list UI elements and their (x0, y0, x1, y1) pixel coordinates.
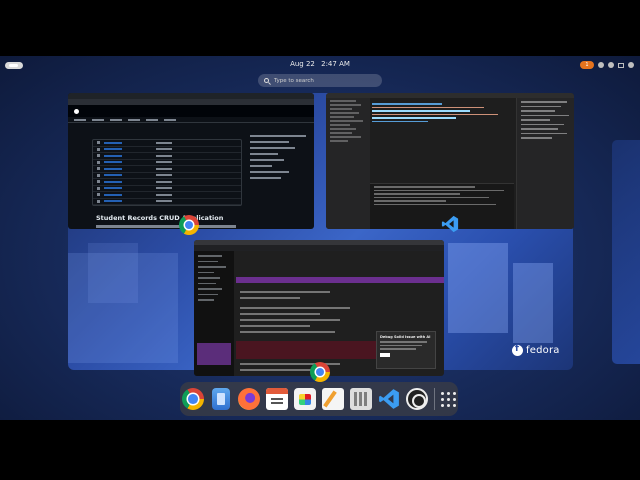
vscode-chat-panel[interactable] (516, 98, 574, 229)
github-header (68, 105, 314, 117)
devtools-console[interactable]: Debug Solid Issue with AI (236, 251, 444, 376)
calculator-icon[interactable] (350, 388, 372, 410)
activities-button[interactable] (5, 62, 23, 69)
top-bar (0, 0, 640, 16)
list-item[interactable] (93, 199, 241, 205)
chrome-icon (179, 215, 199, 235)
search-placeholder: Type to search (274, 77, 314, 84)
search-input[interactable]: Type to search (258, 74, 382, 87)
repo-about-sidebar (250, 135, 306, 183)
next-workspace-preview[interactable] (612, 140, 640, 364)
app-grid-icon[interactable] (441, 391, 456, 407)
vscode-icon (441, 215, 459, 233)
fedora-wordmark: fedora (526, 345, 560, 356)
popup-title: Debug Solid Issue with AI (380, 335, 431, 339)
chrome-devtools-window[interactable]: Debug Solid Issue with AI (194, 240, 444, 376)
devtools-banner (236, 277, 444, 283)
popup-button[interactable] (380, 352, 390, 357)
vscode-icon[interactable] (378, 388, 400, 410)
battery-icon (618, 62, 624, 68)
debug-ai-popup[interactable]: Debug Solid Issue with AI (376, 331, 436, 369)
firefox-icon[interactable] (238, 388, 260, 410)
power-icon (628, 62, 634, 68)
fedora-mark-icon (512, 344, 523, 356)
search-icon (264, 78, 269, 83)
github-repo-nav[interactable] (68, 117, 314, 123)
volume-icon (608, 62, 614, 68)
clock-date: Aug 22 (290, 60, 315, 68)
chrome-icon[interactable] (182, 388, 204, 410)
system-tray[interactable]: 1 (580, 60, 634, 70)
chrome-icon (310, 362, 330, 382)
notification-badge[interactable]: 1 (580, 61, 594, 69)
github-browser-window[interactable] (68, 93, 314, 229)
vscode-window[interactable] (326, 93, 574, 229)
text-editor-icon[interactable] (322, 388, 344, 410)
vscode-explorer[interactable] (326, 98, 370, 229)
calendar-icon[interactable] (266, 388, 288, 410)
files-icon[interactable] (212, 388, 230, 410)
console-error-block (236, 341, 386, 359)
readme-description (96, 225, 236, 228)
dock (180, 382, 458, 416)
dock-separator (434, 388, 435, 410)
obs-icon[interactable] (406, 388, 428, 410)
devtools-sidebar[interactable] (194, 251, 234, 376)
network-icon (598, 62, 604, 68)
software-icon[interactable] (294, 388, 316, 410)
clock[interactable]: Aug 22 2:47 AM (280, 60, 360, 68)
readme-title: Student Records CRUD Application (96, 214, 224, 222)
repo-file-list (92, 139, 242, 206)
selected-sidebar-item[interactable] (197, 343, 231, 365)
fedora-logo: fedora (512, 344, 560, 356)
github-logo-icon (74, 108, 79, 114)
clock-time: 2:47 AM (321, 60, 350, 68)
vscode-editor[interactable] (372, 101, 512, 124)
